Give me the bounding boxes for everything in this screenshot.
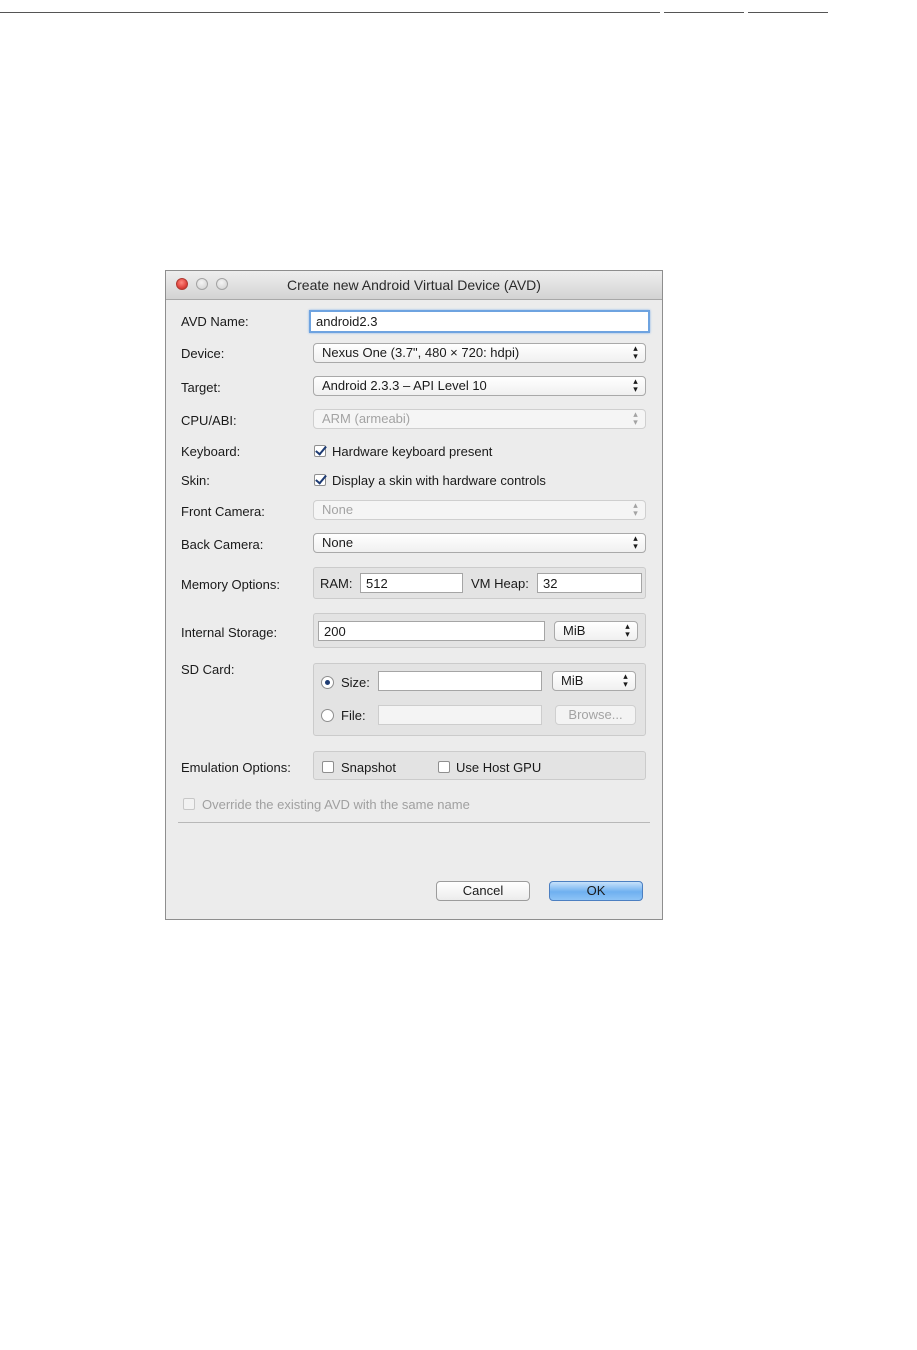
- sd-file-label: File:: [341, 708, 366, 723]
- skin-checkbox-label: Display a skin with hardware controls: [332, 473, 546, 488]
- internal-storage-unit-value: MiB: [563, 623, 586, 638]
- window-title: Create new Android Virtual Device (AVD): [287, 277, 541, 293]
- updown-arrows-icon: ▴ ▾: [633, 343, 638, 361]
- target-select[interactable]: Android 2.3.3 – API Level 10 ▴ ▾: [313, 376, 646, 396]
- back-camera-select-value: None: [322, 535, 354, 550]
- front-camera-select: None ▴ ▾: [313, 500, 646, 520]
- updown-arrows-icon: ▴ ▾: [633, 500, 638, 518]
- target-label: Target:: [181, 380, 221, 395]
- target-select-value: Android 2.3.3 – API Level 10: [322, 378, 487, 393]
- avd-name-label: AVD Name:: [181, 314, 249, 329]
- internal-storage-input[interactable]: 200: [318, 621, 545, 641]
- sd-card-label: SD Card:: [181, 662, 235, 677]
- page-top-rule: [664, 12, 744, 13]
- override-avd-label: Override the existing AVD with the same …: [202, 797, 470, 812]
- device-select[interactable]: Nexus One (3.7", 480 × 720: hdpi) ▴ ▾: [313, 343, 646, 363]
- cpu-abi-label: CPU/ABI:: [181, 413, 237, 428]
- snapshot-checkbox[interactable]: [322, 761, 334, 773]
- cpu-abi-select: ARM (armeabi) ▴ ▾: [313, 409, 646, 429]
- memory-options-label: Memory Options:: [181, 577, 280, 592]
- vm-heap-input[interactable]: 32: [537, 573, 642, 593]
- memory-options-group: RAM: 512 VM Heap: 32: [313, 567, 646, 599]
- keyboard-label: Keyboard:: [181, 444, 241, 459]
- sd-size-input[interactable]: [378, 671, 542, 691]
- use-host-gpu-label: Use Host GPU: [456, 760, 542, 775]
- sd-file-radio[interactable]: [321, 709, 334, 722]
- device-label: Device:: [181, 346, 225, 361]
- hardware-keyboard-checkbox[interactable]: [314, 445, 326, 457]
- front-camera-select-value: None: [322, 502, 354, 517]
- page-top-rule: [0, 12, 660, 13]
- cancel-button[interactable]: Cancel: [436, 881, 530, 901]
- sd-card-group: Size: MiB ▴ ▾ File: Browse...: [313, 663, 646, 736]
- internal-storage-label: Internal Storage:: [181, 625, 278, 640]
- sd-size-unit-value: MiB: [561, 673, 584, 688]
- updown-arrows-icon: ▴ ▾: [623, 671, 628, 689]
- back-camera-select[interactable]: None ▴ ▾: [313, 533, 646, 553]
- title-bar: Create new Android Virtual Device (AVD): [166, 271, 662, 300]
- override-avd-checkbox: [183, 798, 195, 810]
- front-camera-label: Front Camera:: [181, 504, 265, 519]
- updown-arrows-icon: ▴ ▾: [633, 376, 638, 394]
- updown-arrows-icon: ▴ ▾: [633, 409, 638, 427]
- close-window-button[interactable]: [176, 278, 188, 290]
- sd-size-radio[interactable]: [321, 676, 334, 689]
- sd-file-input: [378, 705, 542, 725]
- internal-storage-unit-select[interactable]: MiB ▴ ▾: [554, 621, 638, 641]
- cpu-abi-select-value: ARM (armeabi): [322, 411, 411, 426]
- ram-input[interactable]: 512: [360, 573, 463, 593]
- ram-label: RAM:: [320, 576, 353, 591]
- page-top-rule: [748, 12, 828, 13]
- hardware-keyboard-label: Hardware keyboard present: [332, 444, 493, 459]
- skin-checkbox[interactable]: [314, 474, 326, 486]
- ok-button[interactable]: OK: [549, 881, 643, 901]
- emulation-options-group: Snapshot Use Host GPU: [313, 751, 646, 780]
- sd-size-unit-select[interactable]: MiB ▴ ▾: [552, 671, 636, 691]
- avd-name-input[interactable]: android2.3: [309, 310, 650, 333]
- separator: [178, 822, 650, 823]
- updown-arrows-icon: ▴ ▾: [633, 533, 638, 551]
- snapshot-label: Snapshot: [341, 760, 396, 775]
- skin-label: Skin:: [181, 473, 210, 488]
- device-select-value: Nexus One (3.7", 480 × 720: hdpi): [322, 345, 520, 360]
- zoom-window-button[interactable]: [216, 278, 228, 290]
- browse-button: Browse...: [555, 705, 636, 725]
- updown-arrows-icon: ▴ ▾: [625, 621, 630, 639]
- vm-heap-label: VM Heap:: [471, 576, 529, 591]
- create-avd-dialog: Create new Android Virtual Device (AVD) …: [165, 270, 663, 920]
- back-camera-label: Back Camera:: [181, 537, 264, 552]
- minimize-window-button[interactable]: [196, 278, 208, 290]
- use-host-gpu-checkbox[interactable]: [438, 761, 450, 773]
- emulation-options-label: Emulation Options:: [181, 760, 291, 775]
- sd-size-label: Size:: [341, 675, 370, 690]
- internal-storage-group: 200 MiB ▴ ▾: [313, 613, 646, 648]
